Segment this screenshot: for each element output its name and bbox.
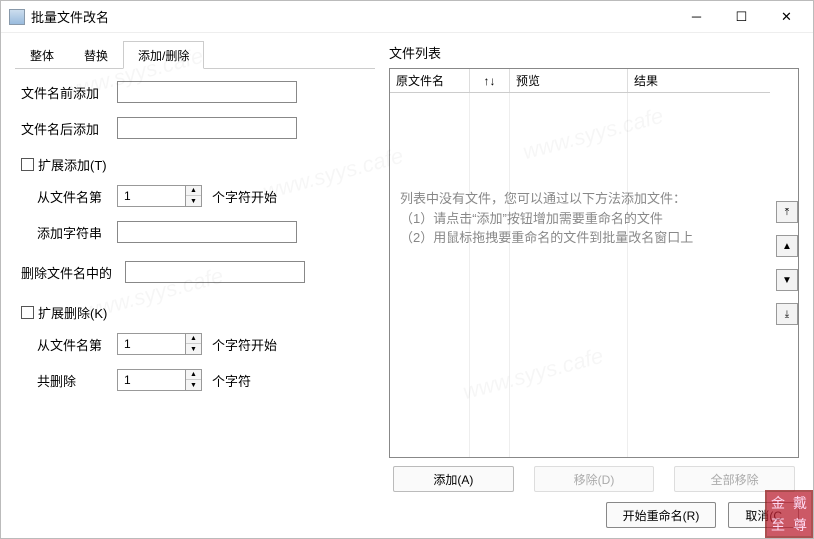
col-original-name[interactable]: 原文件名: [390, 69, 470, 92]
titlebar: 批量文件改名 ─ ☐ ✕: [1, 1, 813, 33]
remove-all-button[interactable]: 全部移除: [674, 466, 795, 492]
del-from-suffix: 个字符开始: [212, 335, 277, 354]
prefix-label: 文件名前添加: [21, 83, 117, 102]
tab-replace[interactable]: 替换: [69, 41, 123, 69]
del-count-down-icon[interactable]: ▼: [186, 380, 201, 390]
add-from-down-icon[interactable]: ▼: [186, 196, 201, 206]
filelist-empty-message: 列表中没有文件，您可以通过以下方法添加文件： （1）请点击“添加”按钮增加需要重…: [400, 189, 760, 248]
extend-delete-label: 扩展删除(K): [38, 303, 107, 322]
filelist-footer: 添加(A) 移除(D) 全部移除: [389, 466, 799, 492]
del-from-spinner: ▲ ▼: [117, 333, 202, 355]
add-from-label: 从文件名第: [21, 187, 117, 206]
add-file-button[interactable]: 添加(A): [393, 466, 514, 492]
add-from-suffix: 个字符开始: [212, 187, 277, 206]
delete-in-name-label: 删除文件名中的: [21, 263, 125, 282]
suffix-label: 文件名后添加: [21, 119, 117, 138]
add-from-spinner: ▲ ▼: [117, 185, 202, 207]
move-bottom-icon: ⤓: [785, 309, 789, 320]
del-count-input[interactable]: [117, 369, 185, 391]
maximize-button[interactable]: ☐: [719, 2, 764, 32]
del-from-label: 从文件名第: [21, 335, 117, 354]
suffix-input[interactable]: [117, 117, 297, 139]
extend-delete-checkbox[interactable]: [21, 306, 34, 319]
filelist-header: 原文件名 ↑↓ 预览 结果: [390, 69, 770, 93]
move-top-icon: ⤒: [785, 207, 789, 218]
del-from-input[interactable]: [117, 333, 185, 355]
filelist-title: 文件列表: [389, 43, 799, 62]
prefix-input[interactable]: [117, 81, 297, 103]
start-rename-button[interactable]: 开始重命名(R): [606, 502, 717, 528]
empty-line: （1）请点击“添加”按钮增加需要重命名的文件: [400, 209, 760, 229]
col-sort[interactable]: ↑↓: [470, 69, 510, 92]
del-count-up-icon[interactable]: ▲: [186, 370, 201, 380]
empty-line: 列表中没有文件，您可以通过以下方法添加文件：: [400, 189, 760, 209]
del-count-spinner: ▲ ▼: [117, 369, 202, 391]
tab-whole[interactable]: 整体: [15, 41, 69, 69]
move-down-button[interactable]: ▼: [776, 269, 798, 291]
del-count-label: 共删除: [21, 371, 117, 390]
add-string-label: 添加字符串: [21, 223, 117, 242]
right-panel: 文件列表 原文件名 ↑↓ 预览 结果 列表中没有文件，您可以通过以下方法添加文件…: [389, 43, 799, 492]
delete-in-name-input[interactable]: [125, 261, 305, 283]
app-window: 批量文件改名 ─ ☐ ✕ 整体 替换 添加/删除 文件名前添加 文件名后添加: [0, 0, 814, 539]
tabs: 整体 替换 添加/删除: [15, 43, 375, 69]
form-area: 文件名前添加 文件名后添加 扩展添加(T) 从文件名第 ▲: [15, 69, 375, 492]
filelist-body[interactable]: 列表中没有文件，您可以通过以下方法添加文件： （1）请点击“添加”按钮增加需要重…: [390, 93, 770, 457]
filelist-container: 原文件名 ↑↓ 预览 结果 列表中没有文件，您可以通过以下方法添加文件： （1）…: [389, 68, 799, 458]
close-button[interactable]: ✕: [764, 2, 809, 32]
left-panel: 整体 替换 添加/删除 文件名前添加 文件名后添加 扩展添加(T): [15, 43, 375, 492]
del-from-down-icon[interactable]: ▼: [186, 344, 201, 354]
tab-add-remove[interactable]: 添加/删除: [123, 41, 204, 69]
move-top-button[interactable]: ⤒: [776, 201, 798, 223]
add-from-up-icon[interactable]: ▲: [186, 186, 201, 196]
minimize-button[interactable]: ─: [674, 2, 719, 32]
app-icon: [9, 9, 25, 25]
seal-watermark: 金戴至尊: [765, 490, 813, 538]
move-up-button[interactable]: ▲: [776, 235, 798, 257]
move-down-icon: ▼: [782, 275, 792, 286]
move-bottom-button[interactable]: ⤓: [776, 303, 798, 325]
add-from-input[interactable]: [117, 185, 185, 207]
extend-add-checkbox[interactable]: [21, 158, 34, 171]
reorder-buttons: ⤒ ▲ ▼ ⤓: [770, 69, 798, 457]
add-string-input[interactable]: [117, 221, 297, 243]
empty-line: （2）用鼠标拖拽要重命名的文件到批量改名窗口上: [400, 228, 760, 248]
move-up-icon: ▲: [782, 241, 792, 252]
del-count-suffix: 个字符: [212, 371, 251, 390]
remove-file-button[interactable]: 移除(D): [534, 466, 655, 492]
col-preview[interactable]: 预览: [510, 69, 628, 92]
window-title: 批量文件改名: [31, 7, 674, 26]
extend-add-label: 扩展添加(T): [38, 155, 107, 174]
col-result[interactable]: 结果: [628, 69, 770, 92]
del-from-up-icon[interactable]: ▲: [186, 334, 201, 344]
